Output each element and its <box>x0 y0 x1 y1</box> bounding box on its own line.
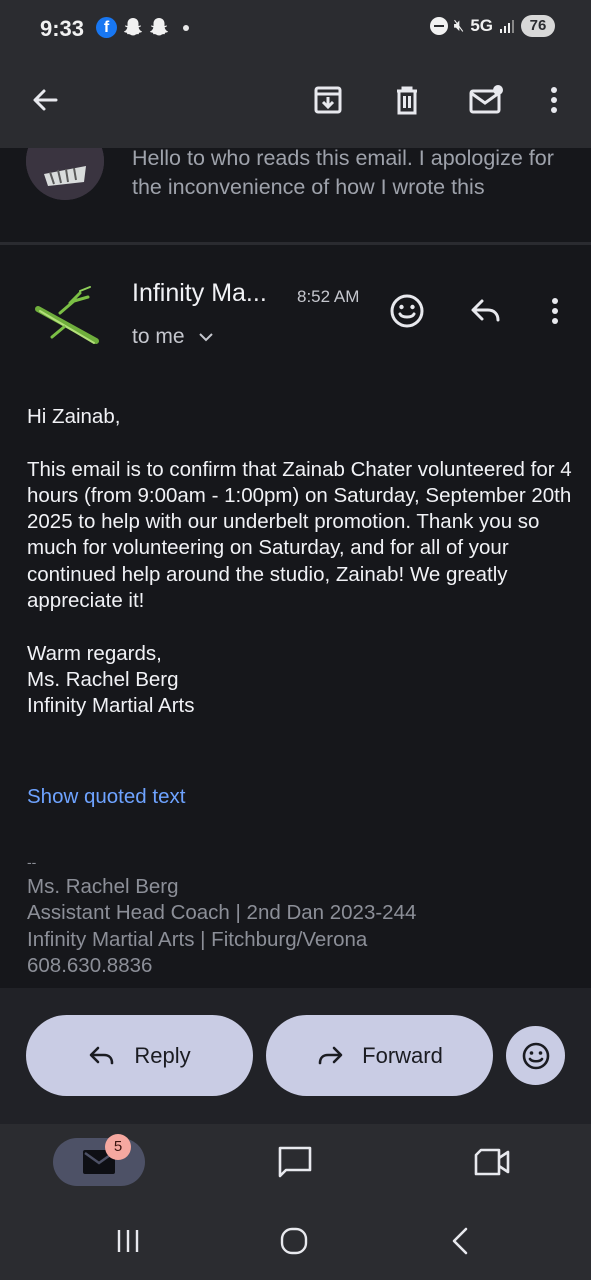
recipients-label: to me <box>132 325 185 348</box>
reply-button[interactable]: Reply <box>26 1015 253 1096</box>
forward-button[interactable]: Forward <box>266 1015 493 1096</box>
forward-icon <box>318 1046 343 1064</box>
status-time: 9:33 <box>40 16 85 41</box>
closing-name: Ms. Rachel Berg <box>27 667 179 691</box>
mail-badge: 5 <box>105 1134 131 1160</box>
back-button[interactable] <box>440 1224 480 1258</box>
network-type: 5G <box>470 16 493 35</box>
battery-level: 76 <box>521 15 555 37</box>
snapchat-icon <box>123 18 143 36</box>
mute-icon: 🔇︎ <box>453 16 465 35</box>
message-time: 8:52 AM <box>297 287 360 306</box>
status-bar: 9:33 f 🔇︎ 5G 76 <box>0 0 591 58</box>
action-bar: Reply Forward <box>0 988 591 1124</box>
signature-name: Ms. Rachel Berg <box>27 875 179 898</box>
home-icon <box>280 1227 308 1255</box>
message-header: Infinity Ma... 8:52 AM to me <box>0 245 591 375</box>
react-emoji-button[interactable] <box>506 1026 565 1085</box>
home-button[interactable] <box>274 1224 314 1258</box>
show-quoted-text-link[interactable]: Show quoted text <box>27 785 185 809</box>
signature-org: Infinity Martial Arts | Fitchburg/Verona <box>27 927 368 951</box>
greeting: Hi Zainab, <box>27 405 121 428</box>
nav-meet[interactable] <box>472 1144 512 1180</box>
message-body: Hi Zainab, This email is to confirm that… <box>27 404 572 720</box>
signature: -- Ms. Rachel Berg Assistant Head Coach … <box>27 850 572 979</box>
signature-separator: -- <box>27 854 37 870</box>
signal-icon <box>500 20 514 33</box>
chevron-down-icon <box>198 333 213 342</box>
previous-message[interactable]: Hello to who reads this email. I apologi… <box>0 148 591 242</box>
system-navigation <box>0 1200 591 1280</box>
emoji-icon <box>390 294 424 328</box>
facebook-icon: f <box>96 17 117 38</box>
recipients-toggle[interactable]: to me <box>132 325 213 349</box>
recent-apps-button[interactable] <box>108 1224 148 1258</box>
sender-name[interactable]: Infinity Ma... <box>132 279 267 308</box>
snapchat-icon <box>149 18 169 36</box>
closing-org: Infinity Martial Arts <box>27 694 195 718</box>
add-reaction-button[interactable] <box>387 291 427 331</box>
chat-icon <box>278 1146 312 1178</box>
bottom-navigation: 5 <box>0 1124 591 1200</box>
mark-unread-icon[interactable] <box>464 78 508 122</box>
more-vert-icon[interactable] <box>535 291 575 331</box>
system-status-icons: 🔇︎ 5G 76 <box>429 15 555 37</box>
reply-icon[interactable] <box>466 291 506 331</box>
nav-chat[interactable] <box>275 1144 315 1180</box>
closing: Warm regards, <box>27 641 162 665</box>
delete-icon[interactable] <box>385 78 429 122</box>
notification-icons: f <box>96 17 189 38</box>
back-arrow-icon[interactable] <box>23 78 67 122</box>
more-vert-icon[interactable] <box>532 78 576 122</box>
video-icon <box>474 1148 510 1176</box>
body-paragraph: This email is to confirm that Zainab Cha… <box>27 457 572 613</box>
avatar <box>26 148 104 200</box>
signature-title: Assistant Head Coach | 2nd Dan 2023-244 <box>27 901 417 925</box>
reply-label: Reply <box>134 1042 191 1068</box>
avatar[interactable] <box>30 281 106 351</box>
do-not-disturb-icon <box>429 17 448 35</box>
back-chevron-icon <box>452 1227 468 1255</box>
message-snippet: Hello to who reads this email. I apologi… <box>132 148 554 199</box>
email-toolbar <box>0 58 591 148</box>
dot-icon <box>183 24 189 31</box>
signature-phone[interactable]: 608.630.8836 <box>27 953 572 979</box>
nav-mail[interactable] <box>53 1138 145 1186</box>
emoji-icon <box>522 1042 549 1069</box>
forward-label: Forward <box>362 1042 443 1068</box>
archive-icon[interactable] <box>306 78 350 122</box>
reply-icon <box>90 1046 114 1064</box>
recents-icon <box>117 1230 139 1252</box>
